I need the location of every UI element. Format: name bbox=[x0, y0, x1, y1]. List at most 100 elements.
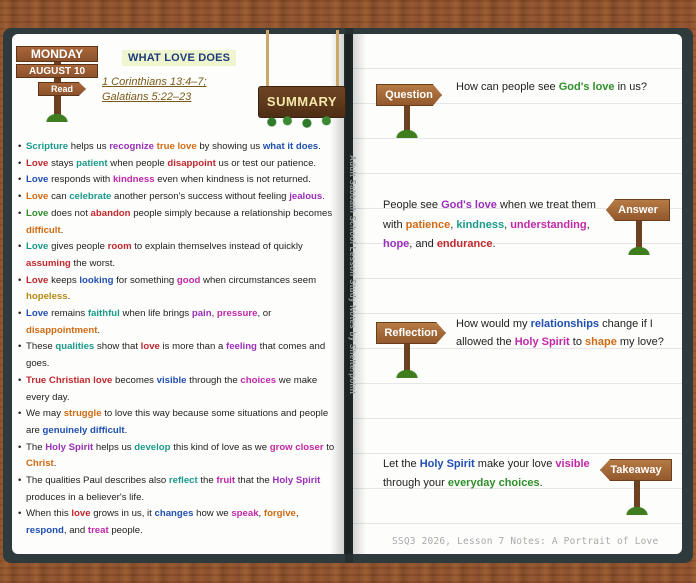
highlighted-keyword: struggle bbox=[63, 408, 102, 420]
text-segment: is more than a bbox=[159, 341, 226, 353]
text-segment: gives people bbox=[48, 241, 108, 253]
text-segment: when people bbox=[107, 157, 168, 169]
text-segment: how we bbox=[193, 508, 232, 520]
highlighted-keyword: disappoint bbox=[167, 157, 216, 169]
text-segment: People see bbox=[383, 199, 442, 211]
highlighted-keyword: difficult bbox=[26, 224, 61, 236]
highlighted-keyword: fruit bbox=[216, 475, 236, 487]
text-segment: my love? bbox=[616, 335, 664, 348]
bullet-item: Love keeps looking for something good wh… bbox=[18, 273, 340, 306]
text-segment: when circumstances seem bbox=[200, 274, 317, 286]
highlighted-keyword: Christ bbox=[26, 458, 54, 470]
highlighted-keyword: Love bbox=[26, 241, 49, 253]
text-segment: , bbox=[586, 218, 590, 231]
highlighted-keyword: love bbox=[71, 508, 91, 520]
text-segment: that the bbox=[235, 475, 273, 487]
text-segment: How can people see bbox=[456, 81, 559, 93]
bullet-item: Love responds with kindness even when ki… bbox=[18, 172, 340, 189]
highlighted-keyword: looking bbox=[79, 274, 114, 286]
question-text: How can people see God's love in us? bbox=[456, 78, 676, 97]
summary-label: SUMMARY bbox=[258, 86, 346, 118]
highlighted-keyword: qualities bbox=[55, 341, 95, 353]
bullet-item: Love does not abandon people simply beca… bbox=[18, 206, 340, 239]
highlighted-keyword: faithful bbox=[87, 308, 120, 320]
text-segment: , or bbox=[257, 308, 272, 320]
text-segment: grows in us, it bbox=[90, 508, 155, 520]
highlighted-keyword: celebrate bbox=[69, 191, 112, 203]
grass-tuft bbox=[624, 505, 650, 515]
text-segment: through the bbox=[186, 374, 241, 386]
highlighted-keyword: grow closer bbox=[269, 441, 324, 453]
text-segment: the worst. bbox=[70, 257, 116, 269]
reference-link[interactable]: Galatians 5:22–23 bbox=[102, 90, 207, 105]
text-segment: . bbox=[539, 477, 543, 489]
highlighted-keyword: disappointment bbox=[26, 324, 98, 336]
bullet-item: These qualities show that love is more t… bbox=[18, 339, 340, 372]
highlighted-keyword: hopeless bbox=[26, 291, 68, 303]
text-segment: . bbox=[124, 424, 128, 436]
text-segment: can bbox=[48, 191, 70, 203]
highlighted-keyword: assuming bbox=[26, 257, 71, 269]
text-segment: does not bbox=[48, 207, 91, 219]
text-segment: . bbox=[67, 291, 71, 303]
highlighted-keyword: Holy Spirit bbox=[514, 335, 570, 348]
text-segment: helps us bbox=[68, 141, 110, 152]
lesson-title: WHAT LOVE DOES bbox=[122, 50, 237, 66]
highlighted-keyword: speak bbox=[231, 508, 259, 520]
highlighted-keyword: God's love bbox=[441, 199, 497, 211]
text-segment: this kind of love as we bbox=[170, 441, 270, 453]
highlighted-keyword: kindness bbox=[456, 218, 505, 231]
bullet-item: Love can celebrate another person's succ… bbox=[18, 189, 340, 206]
highlighted-keyword: patience bbox=[405, 218, 451, 231]
highlighted-keyword: visible bbox=[156, 374, 187, 386]
text-segment: people simply because a relationship bec… bbox=[130, 207, 333, 219]
text-segment: . bbox=[60, 224, 64, 236]
text-segment: when life brings bbox=[119, 308, 192, 320]
text-segment: The qualities Paul describes also bbox=[26, 475, 169, 487]
takeaway-label: Takeaway bbox=[600, 459, 672, 481]
date-label: AUGUST 10 bbox=[16, 64, 98, 78]
text-segment: stays bbox=[48, 157, 77, 169]
text-segment: produces in a believer's life. bbox=[26, 491, 145, 503]
highlighted-keyword: what it does bbox=[262, 141, 319, 152]
highlighted-keyword: love bbox=[140, 341, 160, 353]
highlighted-keyword: recognize bbox=[109, 141, 154, 152]
text-segment: show that bbox=[94, 341, 141, 353]
highlighted-keyword: God's love bbox=[558, 81, 615, 93]
grass-tuft bbox=[394, 368, 420, 378]
highlighted-keyword: forgive bbox=[263, 508, 296, 520]
text-segment: through your bbox=[383, 477, 448, 489]
highlighted-keyword: room bbox=[107, 241, 132, 253]
grass-tuft bbox=[626, 245, 652, 255]
text-segment: The bbox=[26, 441, 46, 453]
text-segment: the bbox=[197, 475, 217, 487]
reflection-label: Reflection bbox=[376, 322, 446, 344]
highlighted-keyword: Holy Spirit bbox=[419, 458, 475, 470]
text-segment: . bbox=[97, 324, 101, 336]
bullet-item: The Holy Spirit helps us develop this ki… bbox=[18, 440, 340, 473]
text-segment: . bbox=[318, 141, 321, 152]
highlighted-keyword: respond bbox=[26, 525, 64, 537]
highlighted-keyword: jealous bbox=[289, 191, 323, 203]
side-credit-text: Adult Sabbath School Lesson Study Notes … bbox=[348, 155, 357, 395]
highlighted-keyword: Holy Spirit bbox=[272, 475, 321, 487]
text-segment: . bbox=[492, 238, 496, 250]
answer-signpost: Answer bbox=[604, 195, 674, 255]
text-segment: us or test our patience. bbox=[215, 157, 317, 169]
highlighted-keyword: Love bbox=[26, 191, 49, 203]
text-segment: another person's success without feeling bbox=[111, 191, 290, 203]
text-segment: How would my bbox=[456, 318, 531, 330]
day-label: MONDAY bbox=[16, 46, 98, 62]
text-segment: Let the bbox=[383, 458, 420, 470]
reference-link[interactable]: 1 Corinthians 13:4–7; bbox=[102, 75, 207, 90]
highlighted-keyword: Scripture bbox=[26, 141, 69, 152]
highlighted-keyword: shape bbox=[585, 335, 617, 348]
highlighted-keyword: kindness bbox=[112, 174, 155, 186]
text-segment: , bbox=[295, 508, 299, 520]
takeaway-text: Let the Holy Spirit make your love visib… bbox=[383, 455, 603, 493]
highlighted-keyword: hope bbox=[383, 238, 410, 250]
highlighted-keyword: Holy Spirit bbox=[45, 441, 94, 453]
highlighted-keyword: endurance bbox=[436, 238, 493, 250]
highlighted-keyword: treat bbox=[87, 525, 109, 537]
highlighted-keyword: feeling bbox=[226, 341, 257, 353]
